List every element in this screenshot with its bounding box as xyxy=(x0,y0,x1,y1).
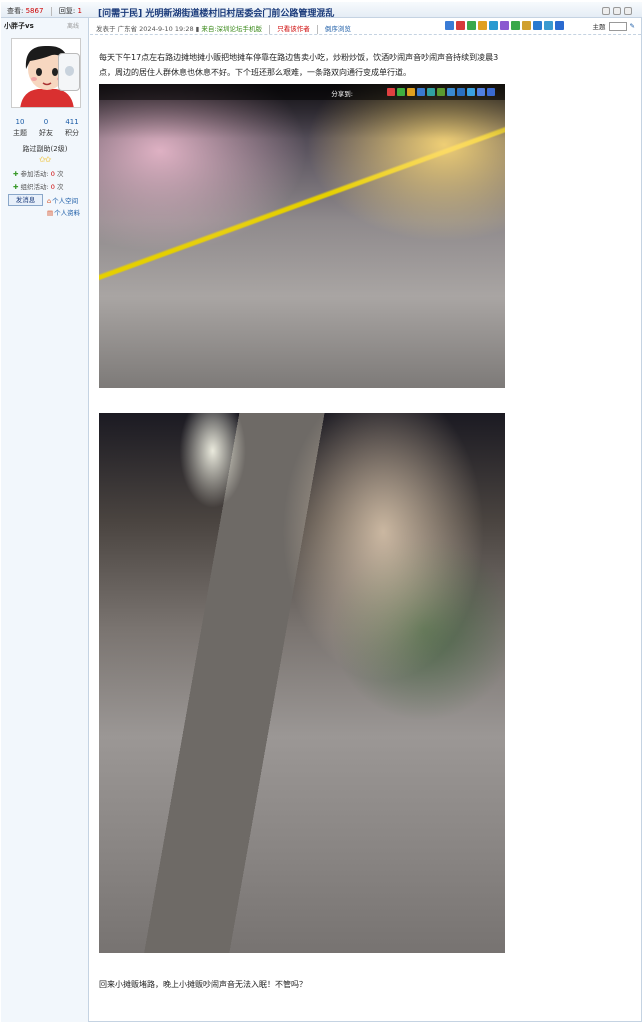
kaixin-icon[interactable] xyxy=(447,88,455,96)
profile-icon: ▤ xyxy=(47,209,54,217)
post-meta: 发表于 广东省 2024-9-10 19:28 ▮ 来自:深圳论坛手机版 只看该… xyxy=(96,23,351,34)
font-size-control: 主题 ✎ xyxy=(593,21,635,31)
font-icon[interactable] xyxy=(555,21,564,30)
renren-icon[interactable] xyxy=(427,88,435,96)
rank-stars-icon: ✩✩ xyxy=(39,155,51,164)
share-icons xyxy=(387,88,495,96)
activity-label: 组织活动: xyxy=(20,183,49,191)
activity-count: 0 xyxy=(50,183,55,191)
post-photo-street-night[interactable]: 分享到: xyxy=(99,84,505,388)
activity-label: 参加活动: xyxy=(20,170,49,178)
mobile-icon: ▮ xyxy=(195,25,200,33)
posted-label: 发表于 xyxy=(96,25,116,33)
divider xyxy=(316,24,318,34)
mobile-phone-icon xyxy=(58,53,80,91)
copy-icon[interactable] xyxy=(489,21,498,30)
header-tools xyxy=(602,7,632,15)
wechat-icon[interactable] xyxy=(397,88,405,96)
link-label: 个人资料 xyxy=(54,209,81,217)
photo-caption: 回来小摊贩堵路，晚上小摊贩吵闹声音无法入眠！不管吗？ xyxy=(99,980,307,989)
author-sidebar: 小胖子vs 离线 10 主题 0 好友 411 积分 路过副助(2级) ✩✩ ✚… xyxy=(1,18,89,1022)
activity-unit: 次 xyxy=(56,170,64,178)
tag-icon[interactable] xyxy=(544,21,553,30)
stat-number: 10 xyxy=(15,118,25,126)
stat-topics[interactable]: 10 主题 xyxy=(7,118,33,138)
bookmark-icon[interactable] xyxy=(522,21,531,30)
tencent-icon[interactable] xyxy=(417,88,425,96)
facebook-icon[interactable] xyxy=(477,88,485,96)
share-label: 分享到: xyxy=(331,90,353,98)
replies-count: 1 xyxy=(77,7,82,15)
activity-icon: ✚ xyxy=(13,170,19,178)
activity-joined: ✚ 参加活动: 0 次 xyxy=(13,168,63,178)
next-thread-icon[interactable] xyxy=(624,7,632,15)
user-rank: 路过副助(2级) xyxy=(22,145,68,153)
report-icon[interactable] xyxy=(456,21,465,30)
thread-stats: 查看: 5867 回复: 1 xyxy=(7,6,82,16)
mail-icon[interactable] xyxy=(500,21,509,30)
prev-thread-icon[interactable] xyxy=(613,7,621,15)
activity-icon: ✚ xyxy=(13,183,19,191)
weibo-icon[interactable] xyxy=(387,88,395,96)
reverse-order-link[interactable]: 倒序浏览 xyxy=(325,25,351,33)
stat-label: 好友 xyxy=(39,129,53,137)
rate-icon[interactable] xyxy=(511,21,520,30)
stat-friends[interactable]: 0 好友 xyxy=(33,118,59,138)
only-author-link[interactable]: 只看该作者 xyxy=(277,25,310,33)
divider xyxy=(269,24,271,34)
post-photo-vendor-carts[interactable] xyxy=(99,413,505,953)
qq-icon[interactable] xyxy=(457,88,465,96)
stat-points[interactable]: 411 积分 xyxy=(59,118,85,138)
divider xyxy=(50,6,52,16)
home-icon: ⌂ xyxy=(47,197,52,205)
zoom-label: 主题 xyxy=(592,23,606,31)
share-bar: 分享到: xyxy=(99,84,505,100)
share-icon[interactable] xyxy=(445,21,454,30)
stat-number: 411 xyxy=(65,118,79,126)
post-meta-bar: 发表于 广东省 2024-9-10 19:28 ▮ 来自:深圳论坛手机版 只看该… xyxy=(90,18,641,35)
favorite-icon[interactable] xyxy=(478,21,487,30)
link-label: 个人空间 xyxy=(52,197,79,205)
wrench-icon[interactable]: ✎ xyxy=(630,22,635,30)
author-stats: 10 主题 0 好友 411 积分 xyxy=(7,118,85,138)
twitter-icon[interactable] xyxy=(467,88,475,96)
views-label: 查看: xyxy=(7,7,24,15)
stat-label: 积分 xyxy=(65,129,79,137)
douban-icon[interactable] xyxy=(437,88,445,96)
author-name[interactable]: 小胖子vs xyxy=(4,21,34,31)
replies-label: 回复: xyxy=(58,7,76,15)
edit-icon[interactable] xyxy=(533,21,542,30)
from-label: 来自: xyxy=(201,25,217,33)
post-toolbar xyxy=(445,21,564,30)
send-message-button[interactable]: 发消息 xyxy=(8,194,43,206)
print-icon[interactable] xyxy=(602,7,610,15)
post-location: 广东省 xyxy=(117,25,138,33)
post-datetime: 2024-9-10 19:28 xyxy=(139,25,194,33)
personal-space-link[interactable]: ⌂个人空间 xyxy=(47,195,78,205)
forward-icon[interactable] xyxy=(467,21,476,30)
post-body: 每天下午17点左右路边摊地摊小贩把地摊车停靠在路边售卖小吃，炒粉炒饭，饮酒吵闹声… xyxy=(99,53,499,77)
activity-unit: 次 xyxy=(56,183,64,191)
stat-label: 主题 xyxy=(13,129,27,137)
profile-link[interactable]: ▤个人资料 xyxy=(47,207,80,217)
stat-number: 0 xyxy=(43,118,49,126)
activity-count: 0 xyxy=(50,170,55,178)
from-source[interactable]: 深圳论坛手机版 xyxy=(217,25,263,33)
qzone-icon[interactable] xyxy=(407,88,415,96)
activity-organized: ✚ 组织活动: 0 次 xyxy=(13,181,63,191)
thread-header: 查看: 5867 回复: 1 [问需于民] 光明新湖街道楼村旧村居委会门前公路管… xyxy=(1,2,642,19)
more-share-icon[interactable] xyxy=(487,88,495,96)
views-count: 5867 xyxy=(25,7,44,15)
zoom-input[interactable] xyxy=(608,21,627,31)
online-status: 离线 xyxy=(67,23,80,30)
